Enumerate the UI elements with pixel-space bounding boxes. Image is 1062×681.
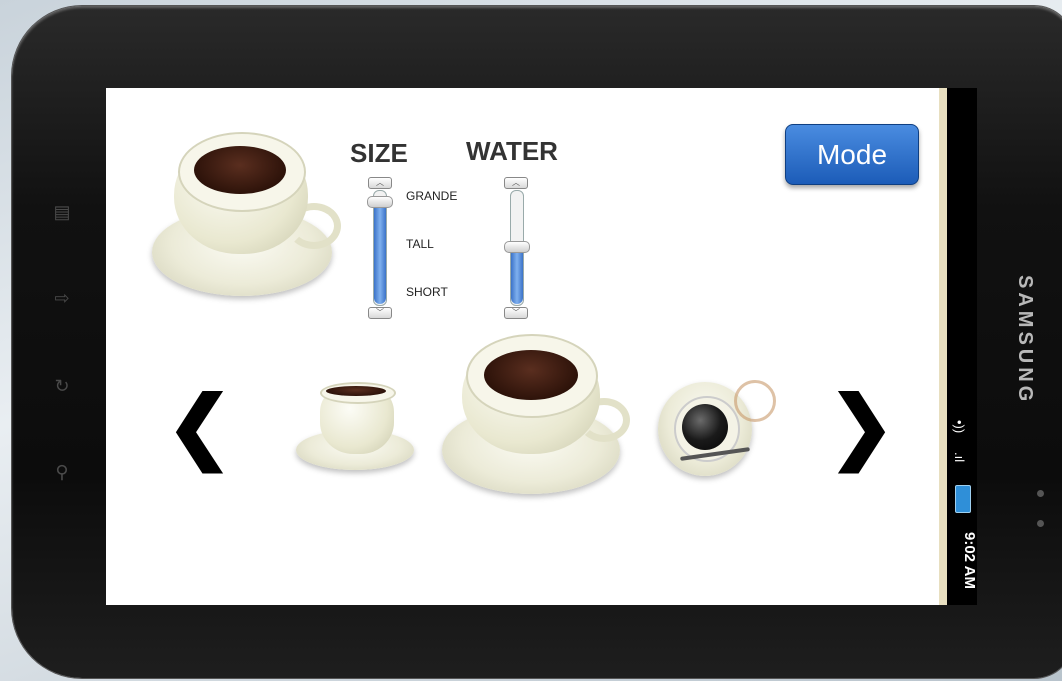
water-label: WATER bbox=[466, 136, 558, 166]
carousel-cup-topview[interactable] bbox=[656, 376, 776, 486]
water-up-button[interactable]: ︿ bbox=[504, 177, 528, 189]
water-slider-fill bbox=[511, 246, 523, 304]
home-icon[interactable]: ↻ bbox=[50, 374, 74, 398]
carousel-cup-small[interactable] bbox=[296, 378, 416, 473]
app-screen: SIZE ︿ ﹀ GRANDE TALL SHORT WATER ︿ ﹀ ❮ ❯… bbox=[106, 88, 939, 605]
wifi-icon: •)) bbox=[952, 420, 967, 434]
size-slider-fill bbox=[374, 198, 386, 304]
menu-icon[interactable]: ▤ bbox=[50, 200, 74, 224]
size-option-grande[interactable]: GRANDE bbox=[406, 189, 457, 203]
size-option-short[interactable]: SHORT bbox=[406, 285, 448, 299]
previous-arrow-icon[interactable]: ❮ bbox=[166, 386, 233, 466]
back-icon[interactable]: ⇨ bbox=[50, 286, 74, 310]
screen-edge bbox=[939, 88, 947, 605]
next-arrow-icon[interactable]: ❯ bbox=[828, 386, 895, 466]
brand-logo: SAMSUNG bbox=[1014, 274, 1036, 406]
size-slider-thumb[interactable] bbox=[367, 196, 393, 208]
sensor-dot bbox=[1037, 490, 1044, 497]
status-time: 9:02 AM bbox=[961, 531, 978, 589]
size-option-tall[interactable]: TALL bbox=[406, 237, 434, 251]
water-down-button[interactable]: ﹀ bbox=[504, 307, 528, 319]
battery-icon bbox=[955, 485, 971, 513]
search-icon[interactable]: ⚲ bbox=[50, 460, 74, 484]
mode-button[interactable]: Mode bbox=[785, 124, 919, 185]
carousel-cup-selected[interactable] bbox=[442, 334, 630, 496]
water-slider-thumb[interactable] bbox=[504, 241, 530, 253]
signal-icon: .ıl bbox=[952, 452, 967, 463]
size-up-button[interactable]: ︿ bbox=[368, 177, 392, 189]
size-label: SIZE bbox=[350, 138, 408, 168]
preview-cup-image bbox=[152, 128, 342, 298]
sensor-dot bbox=[1037, 520, 1044, 527]
size-down-button[interactable]: ﹀ bbox=[368, 307, 392, 319]
